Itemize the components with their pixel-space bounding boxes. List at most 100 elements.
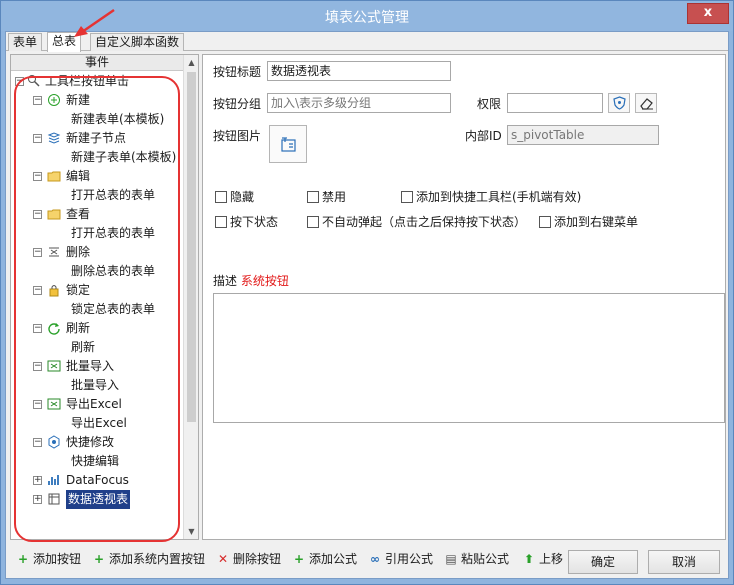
pivot-table-icon — [48, 493, 60, 505]
plus-icon: + — [17, 552, 29, 566]
quick-edit-icon — [48, 435, 60, 449]
tree-item-label: 导出Excel — [66, 397, 122, 411]
tree-item-label: DataFocus — [66, 473, 129, 487]
checkbox-icon — [307, 216, 319, 228]
tree-header: 事件 — [11, 55, 183, 71]
ok-button[interactable]: 确定 — [568, 550, 638, 574]
collapse-icon[interactable]: − — [15, 77, 24, 86]
excel-import-icon — [47, 360, 61, 372]
context-menu-checkbox[interactable]: 添加到右键菜单 — [539, 215, 638, 229]
move-up-label: 上移 — [539, 552, 564, 566]
collapse-icon[interactable]: − — [33, 172, 42, 181]
paste-formula-button[interactable]: ▤ 粘贴公式 — [444, 550, 509, 568]
link-icon: ∞ — [370, 552, 380, 566]
bar-chart-icon — [48, 475, 59, 485]
button-image-picker[interactable] — [269, 125, 307, 163]
delete-button-button[interactable]: ✕ 删除按钮 — [216, 550, 281, 568]
tree-child-label: 删除总表的表单 — [71, 264, 156, 278]
expand-icon[interactable]: + — [33, 495, 42, 504]
scroll-down-icon[interactable]: ▼ — [184, 524, 199, 539]
checkbox-icon — [539, 216, 551, 228]
tree-item-label: 删除 — [66, 245, 91, 259]
tree-child-label: 锁定总表的表单 — [71, 302, 156, 316]
move-up-button[interactable]: ⬆ 上移 — [522, 550, 563, 568]
collapse-icon[interactable]: − — [33, 134, 42, 143]
refresh-icon — [48, 323, 60, 335]
internal-id-label: 内部ID — [465, 129, 502, 143]
scroll-up-icon[interactable]: ▲ — [184, 55, 199, 70]
add-icon — [48, 94, 60, 106]
permission-clear-button[interactable] — [635, 93, 657, 113]
no-auto-release-checkbox[interactable]: 不自动弹起（点击之后保持按下状态） — [307, 215, 526, 229]
description-label-text: 描述 — [213, 274, 238, 288]
collapse-icon[interactable]: − — [33, 324, 42, 333]
collapse-icon[interactable]: − — [33, 248, 42, 257]
annotation-arrow-icon — [74, 8, 115, 37]
lock-icon — [49, 285, 59, 297]
dialog-client: 表单 总表 自定义脚本函数 事件 − 工具栏按钮单击 − 新建 新建表单(本模板) −… — [5, 8, 729, 579]
quick-toolbar-checkbox[interactable]: 添加到快捷工具栏(手机端有效) — [401, 190, 581, 204]
pressed-state-checkbox[interactable]: 按下状态 — [215, 215, 278, 229]
dialog-window: 填表公式管理 x 表单 总表 自定义脚本函数 事件 − 工具栏按钮单击 − 新建新… — [0, 0, 734, 585]
tree-item-label: 编辑 — [66, 169, 91, 183]
tree-item-label: 新建子节点 — [66, 131, 127, 145]
tree-root-label: 工具栏按钮单击 — [45, 74, 130, 88]
collapse-icon[interactable]: − — [33, 438, 42, 447]
tree-item-label: 刷新 — [66, 321, 91, 335]
tree-child-label: 新建表单(本模板) — [71, 112, 165, 126]
hidden-checkbox-label: 隐藏 — [230, 190, 255, 204]
collapse-icon[interactable]: − — [33, 362, 42, 371]
collapse-icon[interactable]: − — [33, 286, 42, 295]
event-tree-panel: 事件 − 工具栏按钮单击 − 新建 新建表单(本模板) − 新建子节点 新建子表单(本模板… — [10, 54, 199, 540]
context-menu-checkbox-label: 添加到右键菜单 — [554, 215, 639, 229]
permission-shield-button[interactable] — [608, 93, 630, 113]
toolbar-click-icon — [28, 75, 40, 87]
cross-icon: ✕ — [217, 552, 229, 566]
tree-child-label: 导出Excel — [71, 416, 127, 430]
expand-icon[interactable]: + — [33, 476, 42, 485]
tree-child-label: 新建子表单(本模板) — [71, 150, 177, 164]
add-formula-button[interactable]: + 添加公式 — [292, 550, 357, 568]
scroll-thumb[interactable] — [187, 72, 196, 422]
checkbox-icon — [215, 191, 227, 203]
tree-child-label: 批量导入 — [71, 378, 120, 392]
tree-child-label: 快捷编辑 — [71, 454, 120, 468]
collapse-icon[interactable]: − — [33, 210, 42, 219]
paste-formula-label: 粘贴公式 — [461, 552, 510, 566]
tree-item-label: 批量导入 — [66, 359, 115, 373]
tree-item-label: 锁定 — [66, 283, 91, 297]
internal-id-input: s_pivotTable — [507, 125, 659, 145]
add-formula-label: 添加公式 — [309, 552, 358, 566]
button-properties-panel: 按钮标题 数据透视表 按钮分组 加入\表示多级分组 权限 按钮图片 内部ID s… — [202, 54, 726, 540]
paste-icon: ▤ — [445, 552, 457, 566]
add-builtin-button-button[interactable]: + 添加系统内置按钮 — [92, 550, 205, 568]
excel-export-icon — [47, 398, 61, 410]
description-textarea[interactable] — [213, 293, 725, 423]
close-button[interactable]: x — [687, 3, 729, 24]
tab-form[interactable]: 表单 — [8, 33, 43, 51]
pressed-state-checkbox-label: 按下状态 — [230, 215, 279, 229]
title-input[interactable]: 数据透视表 — [267, 61, 451, 81]
tree-child-label: 打开总表的表单 — [71, 226, 156, 240]
collapse-icon[interactable]: − — [33, 96, 42, 105]
image-label: 按钮图片 — [213, 129, 262, 143]
tree-item-label: 查看 — [66, 207, 91, 221]
disabled-checkbox[interactable]: 禁用 — [307, 190, 346, 204]
tree-child-label: 刷新 — [71, 340, 96, 354]
tree-scrollbar[interactable]: ▲ ▼ — [183, 55, 198, 539]
group-input[interactable]: 加入\表示多级分组 — [267, 93, 451, 113]
collapse-icon[interactable]: − — [33, 400, 42, 409]
no-auto-release-checkbox-label: 不自动弹起（点击之后保持按下状态） — [322, 215, 527, 229]
plus-icon: + — [93, 552, 105, 566]
folder-icon — [47, 209, 61, 220]
cancel-button[interactable]: 取消 — [648, 550, 720, 574]
plus-icon: + — [293, 552, 305, 566]
tree-item-label: 快捷修改 — [66, 435, 115, 449]
reference-formula-button[interactable]: ∞ 引用公式 — [368, 550, 433, 568]
permission-input[interactable] — [507, 93, 603, 113]
permission-label: 权限 — [477, 97, 502, 111]
delete-button-label: 删除按钮 — [233, 552, 282, 566]
quick-toolbar-checkbox-label: 添加到快捷工具栏(手机端有效) — [416, 190, 582, 204]
add-button-button[interactable]: + 添加按钮 — [16, 550, 81, 568]
hidden-checkbox[interactable]: 隐藏 — [215, 190, 254, 204]
